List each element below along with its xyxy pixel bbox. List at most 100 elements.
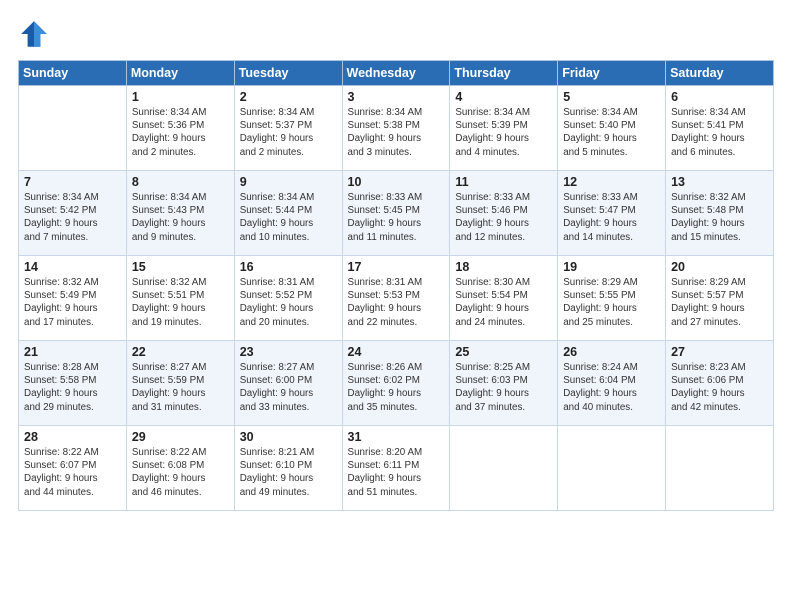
day-number: 29	[132, 430, 229, 444]
calendar-cell: 24Sunrise: 8:26 AM Sunset: 6:02 PM Dayli…	[342, 341, 450, 426]
calendar-cell: 11 Sunrise: 8:33 AM Sunset: 5:46 PM Dayli…	[450, 171, 558, 256]
day-info: Sunrise: 8:29 AM Sunset: 5:55 PM Dayligh…	[563, 276, 660, 329]
day-info: Sunrise: 8:32 AM Sunset: 5:49 PM Dayligh…	[24, 276, 121, 329]
day-info: Sunrise: 8:31 AM Sunset: 5:53 PM Dayligh…	[348, 276, 445, 329]
calendar-cell	[19, 86, 127, 171]
day-info: Sunrise: 8:21 AM Sunset: 6:10 PM Dayligh…	[240, 446, 337, 499]
calendar-cell: 29 Sunrise: 8:22 AM Sunset: 6:08 PM Dayli…	[126, 426, 234, 511]
calendar-cell: 5 Sunrise: 8:34 AM Sunset: 5:40 PM Daylig…	[558, 86, 666, 171]
day-info: Sunrise: 8:27 AM Sunset: 6:00 PM Dayligh…	[240, 361, 337, 414]
page: SundayMondayTuesdayWednesdayThursdayFrid…	[0, 0, 792, 612]
day-number: 11	[455, 175, 552, 189]
day-number: 23	[240, 345, 337, 359]
day-info: Sunrise: 8:34 AM Sunset: 5:41 PM Dayligh…	[671, 106, 768, 159]
day-number: 26	[563, 345, 660, 359]
day-number: 8	[132, 175, 229, 189]
calendar-cell: 17 Sunrise: 8:31 AM Sunset: 5:53 PM Dayli…	[342, 256, 450, 341]
calendar-week-row: 1Sunrise: 8:34 AM Sunset: 5:36 PM Daylig…	[19, 86, 774, 171]
calendar-header-friday: Friday	[558, 61, 666, 86]
calendar-cell: 14 Sunrise: 8:32 AM Sunset: 5:49 PM Dayli…	[19, 256, 127, 341]
day-info: Sunrise: 8:20 AM Sunset: 6:11 PM Dayligh…	[348, 446, 445, 499]
day-info: Sunrise: 8:32 AM Sunset: 5:51 PM Dayligh…	[132, 276, 229, 329]
calendar-cell: 22 Sunrise: 8:27 AM Sunset: 5:59 PM Dayli…	[126, 341, 234, 426]
day-info: Sunrise: 8:30 AM Sunset: 5:54 PM Dayligh…	[455, 276, 552, 329]
day-info: Sunrise: 8:33 AM Sunset: 5:46 PM Dayligh…	[455, 191, 552, 244]
day-info: Sunrise: 8:32 AM Sunset: 5:48 PM Dayligh…	[671, 191, 768, 244]
day-info: Sunrise: 8:33 AM Sunset: 5:47 PM Dayligh…	[563, 191, 660, 244]
logo-icon	[18, 18, 50, 50]
calendar-cell: 19 Sunrise: 8:29 AM Sunset: 5:55 PM Dayli…	[558, 256, 666, 341]
day-number: 30	[240, 430, 337, 444]
calendar-cell: 18 Sunrise: 8:30 AM Sunset: 5:54 PM Dayli…	[450, 256, 558, 341]
day-info: Sunrise: 8:34 AM Sunset: 5:40 PM Dayligh…	[563, 106, 660, 159]
day-number: 14	[24, 260, 121, 274]
day-number: 19	[563, 260, 660, 274]
day-number: 10	[348, 175, 445, 189]
day-info: Sunrise: 8:22 AM Sunset: 6:08 PM Dayligh…	[132, 446, 229, 499]
calendar-cell: 13 Sunrise: 8:32 AM Sunset: 5:48 PM Dayli…	[666, 171, 774, 256]
day-info: Sunrise: 8:24 AM Sunset: 6:04 PM Dayligh…	[563, 361, 660, 414]
calendar-cell	[666, 426, 774, 511]
day-number: 18	[455, 260, 552, 274]
day-info: Sunrise: 8:34 AM Sunset: 5:42 PM Dayligh…	[24, 191, 121, 244]
day-info: Sunrise: 8:34 AM Sunset: 5:43 PM Dayligh…	[132, 191, 229, 244]
calendar-cell: 23 Sunrise: 8:27 AM Sunset: 6:00 PM Dayli…	[234, 341, 342, 426]
calendar-table: SundayMondayTuesdayWednesdayThursdayFrid…	[18, 60, 774, 511]
calendar-cell: 20Sunrise: 8:29 AM Sunset: 5:57 PM Dayli…	[666, 256, 774, 341]
day-number: 28	[24, 430, 121, 444]
day-info: Sunrise: 8:25 AM Sunset: 6:03 PM Dayligh…	[455, 361, 552, 414]
day-info: Sunrise: 8:27 AM Sunset: 5:59 PM Dayligh…	[132, 361, 229, 414]
header	[18, 18, 774, 50]
day-info: Sunrise: 8:23 AM Sunset: 6:06 PM Dayligh…	[671, 361, 768, 414]
logo	[18, 18, 54, 50]
calendar-cell: 16Sunrise: 8:31 AM Sunset: 5:52 PM Dayli…	[234, 256, 342, 341]
day-number: 22	[132, 345, 229, 359]
day-number: 9	[240, 175, 337, 189]
calendar-header-row: SundayMondayTuesdayWednesdayThursdayFrid…	[19, 61, 774, 86]
calendar-week-row: 14 Sunrise: 8:32 AM Sunset: 5:49 PM Dayli…	[19, 256, 774, 341]
calendar-week-row: 28 Sunrise: 8:22 AM Sunset: 6:07 PM Dayli…	[19, 426, 774, 511]
day-info: Sunrise: 8:28 AM Sunset: 5:58 PM Dayligh…	[24, 361, 121, 414]
day-number: 5	[563, 90, 660, 104]
calendar-header-sunday: Sunday	[19, 61, 127, 86]
day-number: 31	[348, 430, 445, 444]
calendar-header-thursday: Thursday	[450, 61, 558, 86]
calendar-cell: 21 Sunrise: 8:28 AM Sunset: 5:58 PM Dayli…	[19, 341, 127, 426]
calendar-cell: 25Sunrise: 8:25 AM Sunset: 6:03 PM Dayli…	[450, 341, 558, 426]
day-number: 27	[671, 345, 768, 359]
calendar-cell: 12 Sunrise: 8:33 AM Sunset: 5:47 PM Dayli…	[558, 171, 666, 256]
day-number: 7	[24, 175, 121, 189]
day-number: 15	[132, 260, 229, 274]
day-info: Sunrise: 8:33 AM Sunset: 5:45 PM Dayligh…	[348, 191, 445, 244]
day-number: 6	[671, 90, 768, 104]
calendar-cell	[450, 426, 558, 511]
day-info: Sunrise: 8:31 AM Sunset: 5:52 PM Dayligh…	[240, 276, 337, 329]
day-info: Sunrise: 8:26 AM Sunset: 6:02 PM Dayligh…	[348, 361, 445, 414]
day-info: Sunrise: 8:22 AM Sunset: 6:07 PM Dayligh…	[24, 446, 121, 499]
calendar-cell: 15 Sunrise: 8:32 AM Sunset: 5:51 PM Dayli…	[126, 256, 234, 341]
day-number: 13	[671, 175, 768, 189]
day-info: Sunrise: 8:29 AM Sunset: 5:57 PM Dayligh…	[671, 276, 768, 329]
calendar-cell	[558, 426, 666, 511]
calendar-cell: 26 Sunrise: 8:24 AM Sunset: 6:04 PM Dayli…	[558, 341, 666, 426]
calendar-cell: 30 Sunrise: 8:21 AM Sunset: 6:10 PM Dayli…	[234, 426, 342, 511]
day-number: 21	[24, 345, 121, 359]
calendar-header-tuesday: Tuesday	[234, 61, 342, 86]
day-info: Sunrise: 8:34 AM Sunset: 5:37 PM Dayligh…	[240, 106, 337, 159]
calendar-week-row: 7 Sunrise: 8:34 AM Sunset: 5:42 PM Daylig…	[19, 171, 774, 256]
day-number: 1	[132, 90, 229, 104]
day-info: Sunrise: 8:34 AM Sunset: 5:38 PM Dayligh…	[348, 106, 445, 159]
calendar-header-wednesday: Wednesday	[342, 61, 450, 86]
calendar-cell: 10 Sunrise: 8:33 AM Sunset: 5:45 PM Dayli…	[342, 171, 450, 256]
calendar-cell: 7 Sunrise: 8:34 AM Sunset: 5:42 PM Daylig…	[19, 171, 127, 256]
calendar-cell: 28 Sunrise: 8:22 AM Sunset: 6:07 PM Dayli…	[19, 426, 127, 511]
day-number: 12	[563, 175, 660, 189]
day-info: Sunrise: 8:34 AM Sunset: 5:44 PM Dayligh…	[240, 191, 337, 244]
day-number: 4	[455, 90, 552, 104]
day-number: 3	[348, 90, 445, 104]
day-number: 17	[348, 260, 445, 274]
calendar-cell: 2Sunrise: 8:34 AM Sunset: 5:37 PM Daylig…	[234, 86, 342, 171]
calendar-cell: 4Sunrise: 8:34 AM Sunset: 5:39 PM Daylig…	[450, 86, 558, 171]
calendar-cell: 3 Sunrise: 8:34 AM Sunset: 5:38 PM Daylig…	[342, 86, 450, 171]
calendar-cell: 31 Sunrise: 8:20 AM Sunset: 6:11 PM Dayli…	[342, 426, 450, 511]
